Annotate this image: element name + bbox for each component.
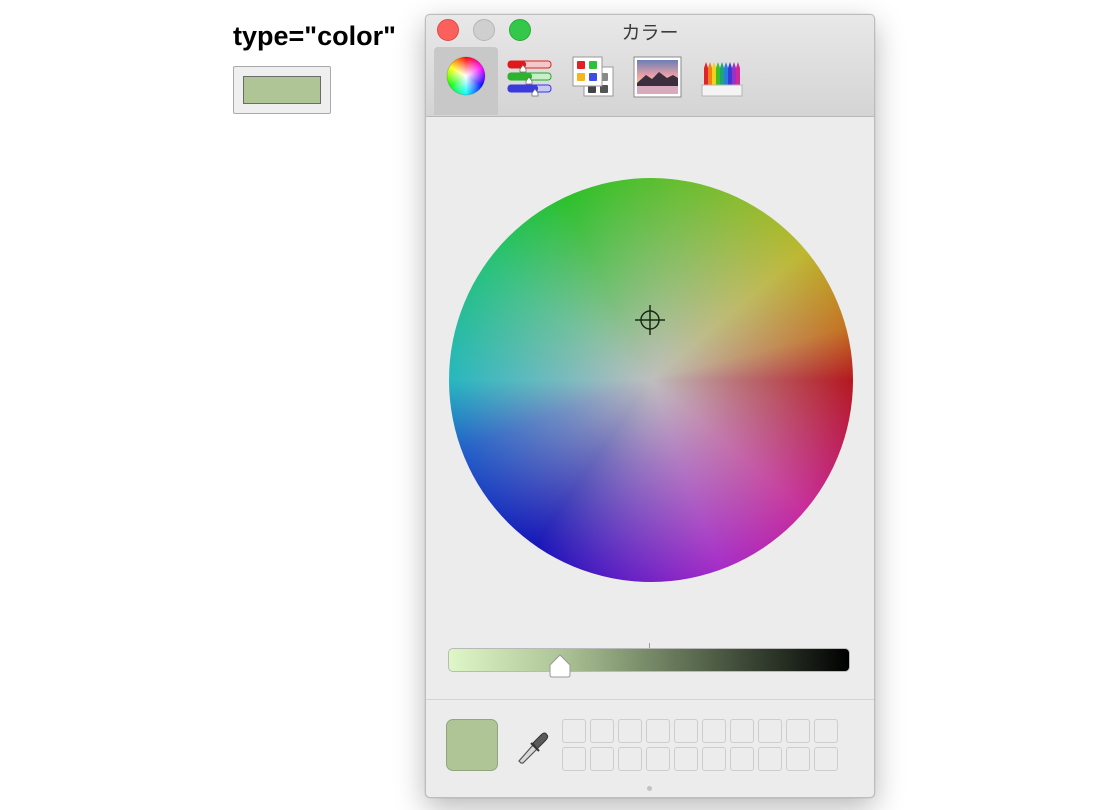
- favorite-swatch-slot[interactable]: [618, 719, 642, 743]
- eyedropper-icon[interactable]: [513, 727, 549, 767]
- tab-color-palettes[interactable]: [562, 47, 626, 115]
- color-input[interactable]: [233, 66, 331, 114]
- tab-color-wheel[interactable]: [434, 47, 498, 115]
- favorite-swatch-slot[interactable]: [758, 747, 782, 771]
- favorite-swatch-slot[interactable]: [702, 747, 726, 771]
- favorite-swatch-slot[interactable]: [814, 747, 838, 771]
- panel-titlebar: カラー: [426, 15, 874, 117]
- favorite-swatch-slot[interactable]: [618, 747, 642, 771]
- favorite-swatches-grid: [562, 719, 842, 771]
- panel-title: カラー: [621, 22, 679, 44]
- color-panel-window: カラー: [425, 14, 875, 798]
- page-heading: type="color": [233, 21, 396, 51]
- color-wheel-area: [426, 117, 874, 699]
- favorite-swatch-slot[interactable]: [646, 719, 670, 743]
- tab-image-palettes[interactable]: [626, 47, 690, 115]
- favorite-swatch-slot[interactable]: [786, 719, 810, 743]
- panel-resize-handle[interactable]: [647, 786, 652, 791]
- favorite-swatch-slot[interactable]: [590, 719, 614, 743]
- favorite-swatch-slot[interactable]: [590, 747, 614, 771]
- color-wheel[interactable]: [449, 178, 853, 582]
- color-input-swatch: [243, 76, 321, 104]
- pencils-icon: [701, 62, 743, 97]
- color-wheel-icon: [446, 56, 486, 96]
- favorite-swatch-slot[interactable]: [758, 719, 782, 743]
- favorite-swatch-slot[interactable]: [730, 747, 754, 771]
- favorite-swatch-slot[interactable]: [674, 747, 698, 771]
- color-palettes-icon: [572, 56, 614, 97]
- tab-color-sliders[interactable]: [498, 47, 562, 115]
- favorite-swatch-slot[interactable]: [702, 719, 726, 743]
- favorite-swatch-slot[interactable]: [646, 747, 670, 771]
- favorite-swatch-slot[interactable]: [786, 747, 810, 771]
- panel-bottom-bar: [426, 699, 874, 797]
- brightness-slider[interactable]: [448, 648, 850, 672]
- wheel-crosshair-icon[interactable]: [635, 305, 665, 335]
- brightness-slider-knob[interactable]: [548, 653, 572, 679]
- favorite-swatch-slot[interactable]: [674, 719, 698, 743]
- favorite-swatch-slot[interactable]: [814, 719, 838, 743]
- image-palettes-icon: [633, 56, 682, 98]
- favorite-swatch-slot[interactable]: [730, 719, 754, 743]
- color-sliders-icon: [507, 60, 552, 97]
- tab-pencils[interactable]: [690, 47, 754, 115]
- current-color-swatch[interactable]: [446, 719, 498, 771]
- favorite-swatch-slot[interactable]: [562, 719, 586, 743]
- favorite-swatch-slot[interactable]: [562, 747, 586, 771]
